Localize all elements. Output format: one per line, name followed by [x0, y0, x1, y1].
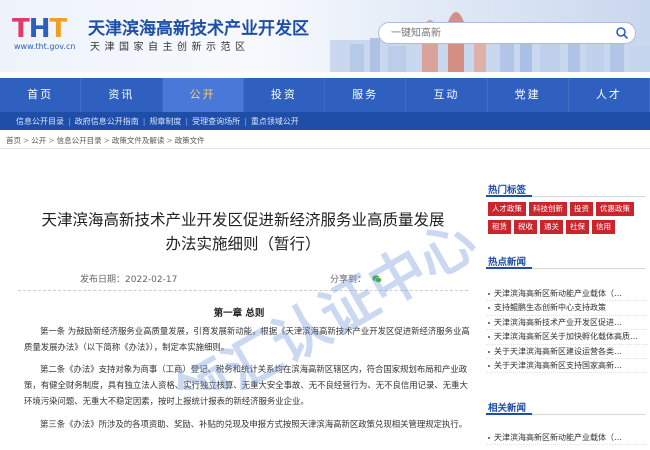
breadcrumb-policy-interp[interactable]: 政策文件及解读 — [112, 136, 165, 145]
breadcrumb-policy-docs[interactable]: 政策文件 — [175, 136, 205, 145]
nav-item-service[interactable]: 服务 — [325, 78, 407, 112]
subnav-item-rules[interactable]: 规章制度 — [149, 116, 181, 127]
hot-news-item[interactable]: 支持鲲鹏生态创新中心支持政策 — [486, 301, 648, 316]
publish-date: 发布日期：2022-02-17 — [80, 272, 177, 285]
hot-news-item[interactable]: 天津滨海高新区关于加快孵化载体高质… — [486, 330, 648, 345]
share-bar: 分享到： — [330, 272, 382, 285]
subnav-separator: | — [185, 116, 189, 126]
article-paragraph: 第二条《办法》支持对象为商事（工商）登记、税务和统计关系均在滨海高新区辖区内，符… — [24, 364, 468, 406]
article-title-line2: 办法实施细则（暂行） — [165, 235, 321, 253]
tag-lease[interactable]: 租赁 — [488, 220, 511, 234]
subnav-item-venue[interactable]: 受理查询场所 — [192, 116, 240, 127]
hot-news-list: 天津滨海高新区新动能产业载体（… 支持鲲鹏生态创新中心支持政策 天津滨海高新技术… — [486, 287, 648, 374]
breadcrumb-separator: > — [103, 136, 110, 145]
chapter-heading: 第一章 总则 — [213, 308, 265, 319]
tag-customs[interactable]: 通关 — [540, 220, 563, 234]
breadcrumb-separator: > — [166, 136, 173, 145]
nav-item-public[interactable]: 公开 — [162, 78, 244, 112]
nav-item-news[interactable]: 资讯 — [81, 78, 163, 112]
subnav-item-guide[interactable]: 政府信息公开指南 — [75, 116, 139, 127]
hot-news-item[interactable]: 关于天津滨海高新区建设运营各类… — [486, 345, 648, 359]
subnav-item-catalog[interactable]: 信息公开目录 — [16, 116, 64, 127]
subnav-separator: | — [68, 116, 71, 126]
tag-credit[interactable]: 信用 — [592, 220, 615, 234]
sub-nav: 信息公开目录 | 政府信息公开指南 | 规章制度 | 受理查询场所 | 重点领域… — [0, 112, 650, 130]
hot-news-item[interactable]: 天津滨海高新区新动能产业载体（… — [486, 287, 648, 302]
breadcrumb-public[interactable]: 公开 — [31, 136, 46, 145]
breadcrumb: 首页 > 公开 > 信息公开目录 > 政策文件及解读 > 政策文件 — [0, 133, 650, 149]
hot-tags-heading: 热门标签 — [488, 185, 527, 196]
search-icon[interactable] — [615, 26, 629, 40]
tag-social-security[interactable]: 社保 — [566, 220, 589, 234]
nav-item-party[interactable]: 党建 — [488, 78, 569, 112]
site-title: 天津滨海高新技术产业开发区 — [88, 19, 309, 39]
tag-tech-innovation[interactable]: 科技创新 — [529, 202, 567, 216]
breadcrumb-catalog[interactable]: 信息公开目录 — [57, 136, 102, 145]
section-divider — [486, 267, 646, 269]
logo-letter-t2: T — [49, 14, 68, 44]
article: 天津滨海高新技术产业开发区促进新经济服务业高质量发展 办法实施细则（暂行） 发布… — [0, 150, 478, 450]
nav-item-invest[interactable]: 投资 — [244, 78, 325, 112]
site-subtitle: 天津国家自主创新示范区 — [90, 42, 250, 53]
related-news-item[interactable]: 天津滨海高新区新动能产业载体（… — [486, 431, 648, 446]
article-paragraph: 第三条《办法》所涉及的各项资助、奖励、补贴的兑现及申报方式按照天津滨海高新区政策… — [40, 419, 468, 429]
related-news-heading: 相关新闻 — [488, 403, 527, 414]
subnav-separator: | — [142, 116, 146, 126]
sidebar: 热门标签 人才政策 科技创新 投资 优惠政策 租赁 税收 通关 社保 信用 热点… — [478, 150, 650, 450]
publish-date-value: 2022-02-17 — [125, 275, 178, 285]
hot-tags: 人才政策 科技创新 投资 优惠政策 租赁 税收 通关 社保 信用 — [488, 202, 646, 234]
nav-item-interact[interactable]: 互动 — [406, 78, 488, 112]
section-divider — [486, 195, 646, 197]
tag-talent-policy[interactable]: 人才政策 — [488, 202, 526, 216]
publish-date-label: 发布日期： — [80, 275, 126, 285]
article-title: 天津滨海高新技术产业开发区促进新经济服务业高质量发展 办法实施细则（暂行） — [18, 208, 468, 256]
breadcrumb-separator: > — [48, 136, 55, 145]
breadcrumb-separator: > — [23, 136, 30, 145]
main-nav: 首页 资讯 公开 投资 服务 互动 党建 人才 — [0, 78, 650, 112]
nav-item-home[interactable]: 首页 — [0, 78, 82, 112]
article-title-line1: 天津滨海高新技术产业开发区促进新经济服务业高质量发展 — [41, 211, 445, 229]
wechat-icon[interactable] — [372, 274, 382, 284]
logo-letter-h: H — [28, 14, 51, 44]
section-divider — [486, 413, 646, 415]
article-divider — [18, 290, 468, 291]
hot-news-item[interactable]: 天津滨海高新技术产业开发区促进… — [486, 316, 648, 331]
site-url: www.tht.gov.cn — [14, 42, 76, 51]
related-news-list: 天津滨海高新区新动能产业载体（… — [486, 431, 648, 446]
subnav-separator: | — [244, 116, 247, 126]
logo-letter-t1: T — [12, 14, 30, 44]
tag-tax[interactable]: 税收 — [514, 220, 537, 234]
share-label: 分享到： — [330, 275, 367, 285]
site-header: THT www.tht.gov.cn 天津滨海高新技术产业开发区 天津国家自主创… — [0, 0, 650, 72]
nav-item-talent[interactable]: 人才 — [569, 78, 650, 112]
subnav-item-key-areas[interactable]: 重点领域公开 — [251, 116, 299, 127]
breadcrumb-home[interactable]: 首页 — [6, 136, 21, 145]
tag-investment[interactable]: 投资 — [570, 202, 593, 216]
tag-preferential-policy[interactable]: 优惠政策 — [596, 202, 634, 216]
search-box — [378, 22, 636, 44]
hot-news-heading: 热点新闻 — [488, 257, 527, 268]
search-input[interactable] — [391, 25, 601, 41]
article-paragraph: 第一条 为鼓励新经济服务业高质量发展，引育发展新动能，根据《天津滨海高新技术产业… — [24, 326, 470, 352]
site-logo[interactable]: THT — [12, 14, 68, 44]
hot-news-item[interactable]: 关于天津滨海高新区支持国家高新… — [486, 359, 648, 374]
